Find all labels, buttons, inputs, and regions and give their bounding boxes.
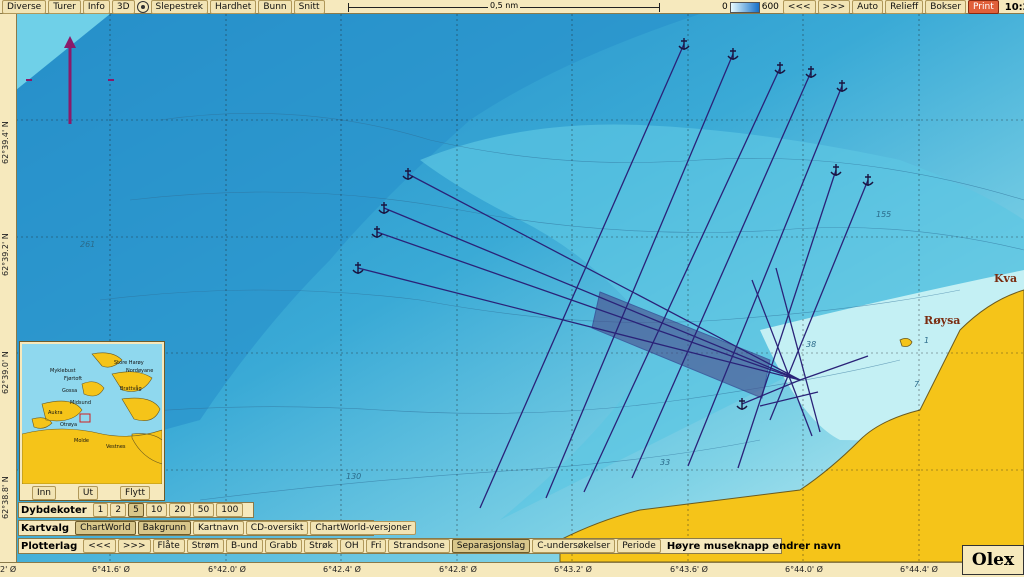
minimap-label: Midsund xyxy=(70,400,91,406)
zoom-out-button[interactable]: Ut xyxy=(77,486,99,500)
latitude-ruler: 62°39.4' N 62°39.2' N 62°39.0' N 62°38.8… xyxy=(0,14,17,562)
kartvalg-row: Kartvalg ChartWorld Bakgrunn Kartnavn CD… xyxy=(18,520,417,536)
kartnavn-button[interactable]: Kartnavn xyxy=(193,521,244,535)
lon-label: 6°44.4' Ø xyxy=(900,565,938,574)
depth-color-key[interactable]: 0 600 xyxy=(722,1,779,13)
layer-periode[interactable]: Periode xyxy=(617,539,661,553)
chartworld-versjoner-button[interactable]: ChartWorld-versjoner xyxy=(310,521,417,535)
chartworld-button[interactable]: ChartWorld xyxy=(75,521,136,535)
menu-3d[interactable]: 3D xyxy=(111,0,135,14)
depth-label: 130 xyxy=(346,472,362,481)
minimap-label: Gossa xyxy=(62,388,77,394)
prev-button[interactable]: <<< xyxy=(782,0,816,14)
contour-50[interactable]: 50 xyxy=(192,503,215,517)
lon-label: 6°42.0' Ø xyxy=(208,565,246,574)
lon-label: 6°42.4' Ø xyxy=(323,565,361,574)
lat-label: 62°38.8' N xyxy=(1,476,10,519)
contour-20[interactable]: 20 xyxy=(169,503,191,517)
minimap-label: Nordøyane xyxy=(126,368,153,374)
depth-label: 7 xyxy=(914,380,920,389)
depth-label: 1 xyxy=(924,336,930,345)
layer-c-undersokelser[interactable]: C-undersøkelser xyxy=(532,539,616,553)
scale-label: 0,5 nm xyxy=(488,1,521,10)
place-name-roysa: Røysa xyxy=(924,314,961,327)
bakgrunn-button[interactable]: Bakgrunn xyxy=(137,521,192,535)
plotter-prev-button[interactable]: <<< xyxy=(83,539,116,553)
olex-logo: Olex xyxy=(962,545,1024,575)
auto-button[interactable]: Auto xyxy=(852,0,884,14)
bokser-button[interactable]: Bokser xyxy=(925,0,967,14)
depth-key-min: 0 xyxy=(722,2,728,12)
print-button[interactable]: Print xyxy=(968,0,999,14)
layer-separasjonslag[interactable]: Separasjonslag xyxy=(451,539,531,553)
layer-b-und[interactable]: B-und xyxy=(225,539,263,553)
layer-grabb[interactable]: Grabb xyxy=(264,539,303,553)
overview-map-chart[interactable]: Store Harøy Myklebust Fjørtoft Gossa Mid… xyxy=(22,344,162,484)
place-name-kva: Kva xyxy=(994,272,1018,285)
contour-10[interactable]: 10 xyxy=(145,503,168,517)
menu-bunn[interactable]: Bunn xyxy=(258,0,292,14)
lon-label: 6°42.8' Ø xyxy=(439,565,477,574)
minimap-label: Brattvåg xyxy=(120,385,142,392)
minimap-label: Vestnes xyxy=(106,444,126,450)
move-button[interactable]: Flytt xyxy=(119,486,151,500)
control-panels: Dybdekoter 1 2 5 10 20 50 100 Kartvalg C… xyxy=(18,502,841,556)
longitude-ruler: 2' Ø 6°41.6' Ø 6°42.0' Ø 6°42.4' Ø 6°42.… xyxy=(0,562,1024,577)
minimap-label: Store Harøy xyxy=(114,360,144,366)
overview-map[interactable]: Store Harøy Myklebust Fjørtoft Gossa Mid… xyxy=(19,341,165,501)
contour-1[interactable]: 1 xyxy=(92,503,109,517)
menu-slepestrek[interactable]: Slepestrek xyxy=(150,0,208,14)
next-button[interactable]: >>> xyxy=(817,0,851,14)
top-toolbar: Diverse Turer Info 3D Slepestrek Hardhet… xyxy=(0,0,1024,14)
dybdekoter-label: Dybdekoter xyxy=(21,504,87,516)
depth-label: 261 xyxy=(80,240,96,249)
minimap-label: Fjørtoft xyxy=(64,376,82,382)
minimap-label: Molde xyxy=(74,438,89,444)
plotter-next-button[interactable]: >>> xyxy=(117,539,151,553)
dybdekoter-row: Dybdekoter 1 2 5 10 20 50 100 xyxy=(18,502,254,518)
relieff-button[interactable]: Relieff xyxy=(885,0,924,14)
islet xyxy=(899,338,913,347)
minimap-label: Aukra xyxy=(48,410,63,416)
menu-turer[interactable]: Turer xyxy=(48,0,81,14)
lat-label: 62°39.0' N xyxy=(1,351,10,394)
plotterlag-row: Plotterlag <<< >>> Flåte Strøm B-und Gra… xyxy=(18,538,841,554)
depth-key-max: 600 xyxy=(761,2,779,12)
clock: 10:22:11 xyxy=(1004,1,1024,13)
plotterlag-label: Plotterlag xyxy=(21,540,78,552)
layer-strandsone[interactable]: Strandsone xyxy=(388,539,450,553)
menu-diverse[interactable]: Diverse xyxy=(2,0,47,14)
menu-info[interactable]: Info xyxy=(82,0,110,14)
contour-100[interactable]: 100 xyxy=(216,503,244,517)
rename-hint: Høyre museknapp endrer navn xyxy=(666,540,842,552)
layer-oh[interactable]: OH xyxy=(339,539,364,553)
target-icon[interactable] xyxy=(136,0,149,13)
lon-label: 6°41.6' Ø xyxy=(92,565,130,574)
menu-hardhet[interactable]: Hardhet xyxy=(210,0,257,14)
depth-label: 33 xyxy=(660,458,671,467)
depth-label: 155 xyxy=(876,210,892,219)
scale-bar: 0,5 nm xyxy=(348,1,660,12)
layer-strom[interactable]: Strøm xyxy=(186,539,224,553)
lon-label: 6°43.6' Ø xyxy=(670,565,708,574)
lat-label: 62°39.4' N xyxy=(1,121,10,164)
layer-flate[interactable]: Flåte xyxy=(152,539,185,553)
minimap-label: Otrøya xyxy=(60,422,77,428)
depth-label: 38 xyxy=(806,340,817,349)
contour-2[interactable]: 2 xyxy=(110,503,127,517)
menu-snitt[interactable]: Snitt xyxy=(293,0,325,14)
contour-5[interactable]: 5 xyxy=(128,503,144,517)
minimap-label: Myklebust xyxy=(50,368,76,374)
cd-oversikt-button[interactable]: CD-oversikt xyxy=(245,521,309,535)
zoom-in-button[interactable]: Inn xyxy=(31,486,57,500)
lon-label: 2' Ø xyxy=(0,565,17,574)
kartvalg-label: Kartvalg xyxy=(21,522,70,534)
depth-gradient xyxy=(729,1,760,13)
lon-label: 6°43.2' Ø xyxy=(554,565,592,574)
lat-label: 62°39.2' N xyxy=(1,233,10,276)
lon-label: 6°44.0' Ø xyxy=(785,565,823,574)
layer-fri[interactable]: Fri xyxy=(365,539,387,553)
layer-strok[interactable]: Strøk xyxy=(304,539,338,553)
